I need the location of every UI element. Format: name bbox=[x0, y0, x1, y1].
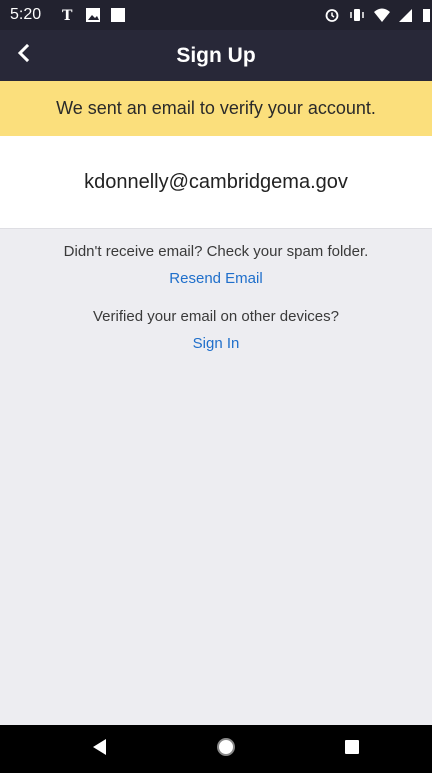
status-left-icons: T bbox=[60, 7, 126, 28]
system-nav-bar bbox=[0, 725, 432, 773]
square-icon bbox=[110, 7, 126, 28]
wifi-icon bbox=[374, 7, 390, 28]
page-title: Sign Up bbox=[176, 44, 256, 67]
nav-home-button[interactable] bbox=[212, 735, 240, 763]
status-right-icons bbox=[324, 7, 430, 28]
circle-home-icon bbox=[215, 736, 237, 763]
nav-back-button[interactable] bbox=[86, 735, 114, 763]
signin-row: Sign In bbox=[0, 335, 432, 352]
email-panel: kdonnelly@cambridgema.gov bbox=[0, 136, 432, 229]
square-recents-icon bbox=[343, 738, 361, 761]
verification-banner: We sent an email to verify your account. bbox=[0, 81, 432, 136]
nytimes-icon: T bbox=[60, 7, 76, 28]
triangle-back-icon bbox=[91, 738, 109, 761]
image-icon bbox=[85, 7, 101, 28]
status-bar: 5:20 T bbox=[0, 0, 432, 30]
resend-email-link[interactable]: Resend Email bbox=[169, 270, 262, 287]
signal-icon bbox=[399, 7, 413, 28]
email-address: kdonnelly@cambridgema.gov bbox=[84, 170, 348, 193]
status-time: 5:20 bbox=[10, 6, 42, 23]
battery-icon bbox=[422, 7, 430, 28]
alarm-icon bbox=[324, 7, 340, 28]
resend-message: Didn't receive email? Check your spam fo… bbox=[63, 243, 369, 260]
resend-email-row: Resend Email bbox=[0, 270, 432, 287]
app-bar: Sign Up bbox=[0, 30, 432, 81]
vibrate-icon bbox=[349, 7, 365, 28]
verification-banner-text: We sent an email to verify your account. bbox=[56, 98, 376, 118]
svg-text:T: T bbox=[62, 8, 73, 23]
sign-in-link[interactable]: Sign In bbox=[193, 335, 240, 352]
signin-message: Verified your email on other devices? bbox=[93, 308, 339, 325]
nav-recents-button[interactable] bbox=[338, 735, 366, 763]
